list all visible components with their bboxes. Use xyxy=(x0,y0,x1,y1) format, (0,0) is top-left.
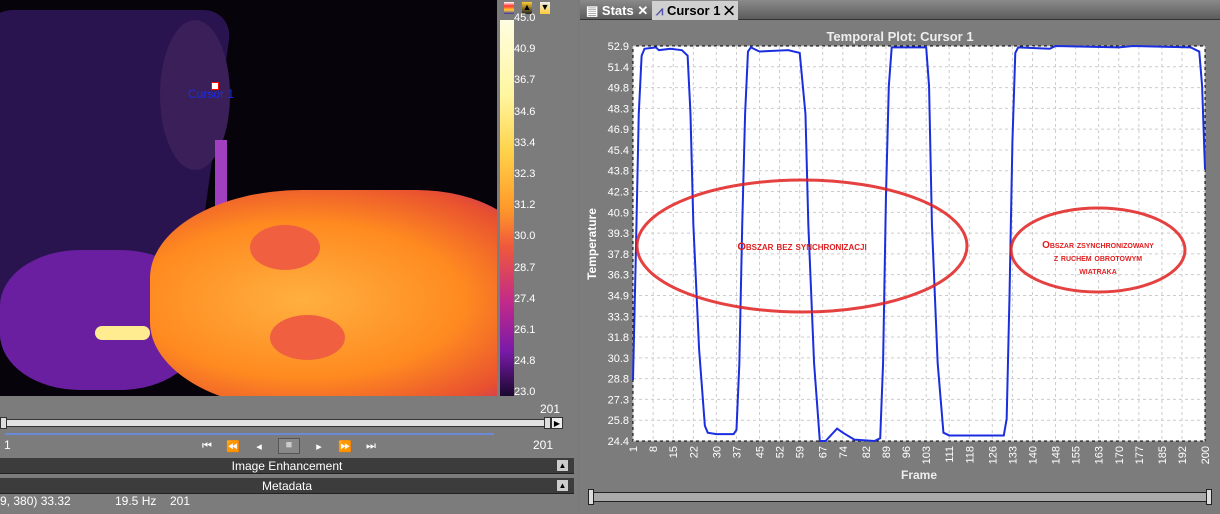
y-tick-label: 25.8 xyxy=(608,415,629,427)
x-tick-label: 148 xyxy=(1051,446,1063,464)
y-tick-label: 48.3 xyxy=(608,103,629,115)
lower-min-icon[interactable]: ▼ xyxy=(540,2,550,14)
y-tick-label: 51.4 xyxy=(608,62,629,74)
x-tick-label: 82 xyxy=(861,446,873,458)
x-tick-label: 1 xyxy=(628,446,640,452)
colorbar-label: 23.0 xyxy=(514,386,536,399)
x-tick-label: 96 xyxy=(901,446,913,458)
colorbar-label: 34.6 xyxy=(514,105,536,118)
frame-max-label: 201 xyxy=(540,402,561,416)
x-tick-label: 67 xyxy=(818,446,830,458)
colorbar-label: 32.3 xyxy=(514,168,536,180)
scroll-end-handle[interactable] xyxy=(1206,489,1212,505)
colorbar-label: 24.8 xyxy=(514,355,536,368)
x-tick-label: 192 xyxy=(1177,446,1189,464)
frame-range-bar xyxy=(5,433,494,435)
x-tick-label: 126 xyxy=(987,446,999,464)
panel-title: Image Enhancement xyxy=(231,459,343,473)
skip-end-icon[interactable]: ⏭ xyxy=(364,440,378,453)
frame-slider[interactable] xyxy=(3,419,551,427)
y-tick-label: 30.3 xyxy=(608,353,629,365)
x-tick-label: 155 xyxy=(1071,446,1083,464)
y-tick-label: 27.3 xyxy=(608,394,629,406)
collapse-icon[interactable]: ▲ xyxy=(557,460,568,471)
x-tick-label: 200 xyxy=(1200,446,1212,464)
colorbar-label: 30.0 xyxy=(514,230,536,243)
colorbar-label: 26.1 xyxy=(514,324,536,336)
cursor-label: Cursor 1 xyxy=(188,87,235,101)
frame-start: 1 xyxy=(4,438,11,452)
y-tick-label: 28.8 xyxy=(608,374,629,386)
colorbar-label: 27.4 xyxy=(514,292,536,305)
x-tick-label: 52 xyxy=(775,446,787,458)
y-tick-label: 33.3 xyxy=(608,311,629,323)
x-tick-label: 59 xyxy=(795,446,807,458)
image-enhancement-panel[interactable]: Image Enhancement ▲ xyxy=(0,458,574,474)
plot-scrollbar[interactable] xyxy=(590,492,1212,502)
y-tick-label: 40.9 xyxy=(608,207,629,219)
fast-forward-icon[interactable]: ⏩ xyxy=(338,440,352,453)
slider-end-handle[interactable] xyxy=(544,417,551,429)
colorbar-label: 31.2 xyxy=(514,199,536,212)
y-tick-label: 45.4 xyxy=(608,145,629,157)
y-tick-label: 24.4 xyxy=(608,436,629,448)
x-tick-label: 45 xyxy=(754,446,766,458)
step-back-icon[interactable]: ◂ xyxy=(252,440,266,453)
colorbar xyxy=(500,20,514,396)
plot-pane: ▤ Stats ✕ ⩘ Cursor 1 ✕ Temporal Plot: Cu… xyxy=(580,0,1220,514)
y-tick-label: 31.8 xyxy=(608,332,629,344)
thermal-image[interactable]: Cursor 1 xyxy=(0,0,497,396)
y-tick-label: 46.9 xyxy=(608,124,629,136)
x-tick-label: 15 xyxy=(668,446,680,458)
slider-start-handle[interactable] xyxy=(0,417,7,429)
y-tick-label: 36.3 xyxy=(608,270,629,282)
x-tick-label: 37 xyxy=(731,446,743,458)
play-icon[interactable]: ▶ xyxy=(551,417,563,429)
temporal-plot[interactable]: 52.9 51.4 49.8 48.3 46.9 45.4 43.8 42.3 40.9 39.3… xyxy=(580,0,1220,514)
frame-rate: 19.5 Hz xyxy=(115,494,157,508)
x-axis-label: Frame xyxy=(901,468,937,482)
rewind-icon[interactable]: ⏪ xyxy=(226,440,240,453)
scroll-start-handle[interactable] xyxy=(588,489,594,505)
x-tick-label: 89 xyxy=(881,446,893,458)
x-tick-label: 103 xyxy=(921,446,933,464)
x-tick-label: 118 xyxy=(964,446,976,464)
annotation-unsynchronized: Obszar bez synchronizacji xyxy=(737,241,866,253)
x-tick-label: 8 xyxy=(648,446,660,452)
colorbar-label: 28.7 xyxy=(514,261,536,274)
colorbar-label: 45.0 xyxy=(514,12,536,24)
x-tick-label: 133 xyxy=(1007,446,1019,464)
x-tick-label: 177 xyxy=(1134,446,1146,464)
x-tick-label: 163 xyxy=(1094,446,1106,464)
y-tick-label: 39.3 xyxy=(608,228,629,240)
palette-icon[interactable] xyxy=(504,2,514,14)
colorbar-label: 33.4 xyxy=(514,136,536,149)
colorbar-label: 36.7 xyxy=(514,74,536,87)
skip-start-icon[interactable]: ⏮ xyxy=(200,440,214,453)
metadata-panel[interactable]: Metadata ▲ xyxy=(0,478,574,494)
frame-end: 201 xyxy=(533,438,554,452)
thermal-viewer: Cursor 1 ▲ ▼ 45.0 40.9 36.7 34.6 33.4 32.3 31.… xyxy=(0,0,578,514)
y-axis-label: Temperature xyxy=(585,208,599,280)
x-tick-label: 30 xyxy=(711,446,723,458)
panel-title: Metadata xyxy=(261,479,313,493)
frame-count: 201 xyxy=(170,494,191,508)
y-tick-label: 49.8 xyxy=(608,83,629,95)
x-tick-label: 22 xyxy=(688,446,700,458)
y-tick-label: 37.8 xyxy=(608,249,629,261)
step-forward-icon[interactable]: ▸ xyxy=(312,440,326,453)
x-tick-label: 111 xyxy=(944,446,956,463)
y-tick-label: 43.8 xyxy=(608,166,629,178)
x-tick-label: 185 xyxy=(1157,446,1169,464)
y-tick-label: 52.9 xyxy=(608,41,629,53)
stop-icon[interactable]: ■ xyxy=(278,438,300,454)
y-tick-label: 42.3 xyxy=(608,187,629,199)
x-tick-label: 140 xyxy=(1028,446,1040,464)
y-tick-label: 34.9 xyxy=(608,290,629,302)
x-tick-label: 74 xyxy=(838,446,850,458)
collapse-icon[interactable]: ▲ xyxy=(557,480,568,491)
x-tick-label: 170 xyxy=(1114,446,1126,464)
cursor-readout: 9, 380) 33.32 xyxy=(0,494,71,508)
colorbar-label: 40.9 xyxy=(514,43,536,56)
